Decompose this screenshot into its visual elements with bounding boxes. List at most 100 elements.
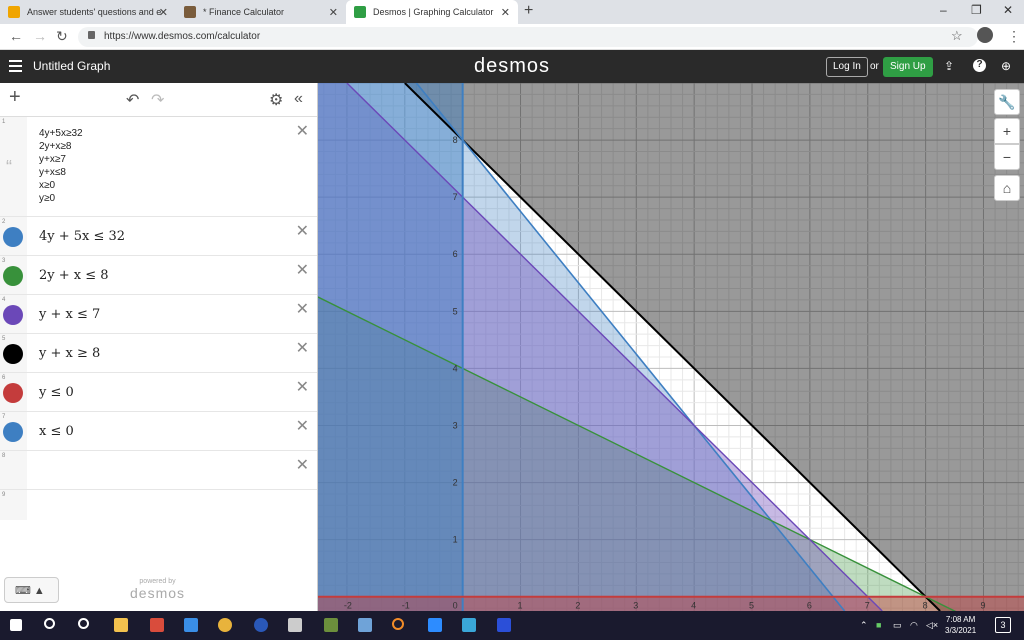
signup-button[interactable]: Sign Up <box>883 57 933 77</box>
tab-desmos[interactable]: Desmos | Graphing Calculator ✕ <box>346 0 518 24</box>
bookmark-star-icon[interactable]: ☆ <box>951 28 963 44</box>
zoom-in-icon[interactable]: + <box>994 118 1020 144</box>
x-tick-label: 0 <box>453 601 458 611</box>
expression-latex[interactable]: 2y + x ≤ 8 <box>39 268 109 283</box>
hamburger-menu-icon[interactable] <box>9 60 22 72</box>
expression-row[interactable]: 5y + x ≥ 8 ✕ <box>0 334 317 373</box>
close-icon[interactable]: ✕ <box>501 6 510 19</box>
app-icon[interactable] <box>462 618 476 632</box>
tab-title: * Finance Calculator <box>203 7 285 17</box>
back-icon[interactable]: ← <box>9 28 23 44</box>
y-tick-label: 1 <box>453 535 458 545</box>
graph-settings-wrench-icon[interactable]: 🔧 <box>994 89 1020 115</box>
empty-expression-row[interactable]: 9 <box>0 490 317 520</box>
desmos-logo: desmos <box>474 55 551 77</box>
delete-expression-icon[interactable]: ✕ <box>296 260 309 280</box>
close-icon[interactable]: ✕ <box>159 6 168 19</box>
task-view-icon[interactable] <box>78 618 89 629</box>
undo-icon[interactable]: ↶ <box>126 90 139 110</box>
expression-color-toggle-icon[interactable] <box>3 383 23 403</box>
zoom-app-icon[interactable] <box>428 618 442 632</box>
help-icon[interactable]: ? <box>973 59 986 72</box>
new-tab-icon[interactable]: + <box>524 2 533 20</box>
close-icon[interactable]: ✕ <box>329 6 338 19</box>
note-text[interactable]: 4y+5x≥32 2y+x≥8 y+x≥7 y+x≤8 x≥0 y≥0 <box>39 127 83 205</box>
add-expression-icon[interactable]: + <box>9 86 21 109</box>
tray-app-icon[interactable]: ■ <box>876 620 881 630</box>
system-clock[interactable]: 7:08 AM 3/3/2021 <box>945 614 976 636</box>
delete-expression-icon[interactable]: ✕ <box>296 121 309 141</box>
tray-chevron-icon[interactable]: ⌃ <box>860 620 868 631</box>
delete-expression-icon[interactable]: ✕ <box>296 299 309 319</box>
app-icon[interactable] <box>358 618 372 632</box>
app-icon[interactable] <box>288 618 302 632</box>
expression-color-toggle-icon[interactable] <box>3 305 23 325</box>
expression-color-toggle-icon[interactable] <box>3 344 23 364</box>
graph-title[interactable]: Untitled Graph <box>33 59 110 73</box>
expression-latex[interactable]: y + x ≥ 8 <box>39 346 100 361</box>
browser-menu-icon[interactable]: ⋮ <box>1007 28 1021 45</box>
collapse-panel-icon[interactable]: « <box>294 90 303 108</box>
note-row[interactable]: 1 “ 4y+5x≥32 2y+x≥8 y+x≥7 y+x≤8 x≥0 y≥0 … <box>0 117 317 217</box>
expression-color-toggle-icon[interactable] <box>3 227 23 247</box>
app-icon[interactable] <box>392 618 404 630</box>
delete-expression-icon[interactable]: ✕ <box>296 221 309 241</box>
expression-row[interactable]: 6y ≤ 0 ✕ <box>0 373 317 412</box>
delete-expression-icon[interactable]: ✕ <box>296 455 309 475</box>
delete-expression-icon[interactable]: ✕ <box>296 416 309 436</box>
site-favicon-icon <box>184 6 196 18</box>
zoom-out-icon[interactable]: − <box>994 144 1020 170</box>
keyboard-icon: ⌨ ▲ <box>15 585 45 597</box>
expression-row[interactable]: 3 2y + x ≤ 8 ✕ <box>0 256 317 295</box>
tab-answer-students[interactable]: Answer students' questions and e ✕ <box>0 0 176 24</box>
battery-icon[interactable]: ▭ <box>893 620 902 631</box>
url-field[interactable]: https://www.desmos.com/calculator <box>78 27 978 47</box>
edge-icon[interactable] <box>184 618 198 632</box>
login-button[interactable]: Log In <box>826 57 868 77</box>
notification-center-icon[interactable]: 3 <box>995 617 1011 633</box>
empty-expression-row[interactable]: 8 ✕ <box>0 451 317 490</box>
wifi-icon[interactable]: ◠ <box>910 620 918 631</box>
windows-start-icon[interactable] <box>10 619 22 631</box>
restore-icon[interactable]: ❐ <box>971 3 982 17</box>
app-icon[interactable] <box>254 618 268 632</box>
expression-color-toggle-icon[interactable] <box>3 422 23 442</box>
expression-latex[interactable]: x ≤ 0 <box>39 424 74 439</box>
site-favicon-icon <box>8 6 20 18</box>
desmos-favicon-icon <box>354 6 366 18</box>
default-viewport-home-icon[interactable]: ⌂ <box>994 175 1020 201</box>
expression-latex[interactable]: y ≤ 0 <box>39 385 74 400</box>
share-icon[interactable]: ⇪ <box>944 59 954 73</box>
settings-gear-icon[interactable]: ⚙ <box>269 90 283 110</box>
x-tick-label: 6 <box>807 601 812 611</box>
y-tick-label: 2 <box>453 478 458 488</box>
app-icon[interactable] <box>324 618 338 632</box>
globe-icon[interactable]: ⊕ <box>1001 59 1011 73</box>
profile-avatar-icon[interactable] <box>977 27 993 43</box>
volume-icon[interactable]: ◁× <box>926 620 938 631</box>
graph-canvas[interactable]: -2 -1 0 1 2 3 4 5 6 7 8 9 1 2 3 4 5 6 7 8 <box>318 83 1024 611</box>
expression-color-toggle-icon[interactable] <box>3 266 23 286</box>
x-tick-label: -1 <box>402 601 410 611</box>
keypad-toggle-button[interactable]: ⌨ ▲ <box>4 577 59 603</box>
window-close-icon[interactable]: ✕ <box>1003 3 1013 17</box>
chrome-icon[interactable] <box>218 618 232 632</box>
expression-row[interactable]: 7x ≤ 0 ✕ <box>0 412 317 451</box>
app-icon[interactable] <box>497 618 511 632</box>
reload-icon[interactable]: ↻ <box>56 28 68 45</box>
forward-icon[interactable]: → <box>33 28 47 44</box>
expression-latex[interactable]: y + x ≤ 7 <box>39 307 100 322</box>
delete-expression-icon[interactable]: ✕ <box>296 338 309 358</box>
file-explorer-icon[interactable] <box>114 618 128 632</box>
tab-finance-calculator[interactable]: * Finance Calculator ✕ <box>176 0 346 24</box>
expression-latex[interactable]: 4y + 5x ≤ 32 <box>39 229 125 244</box>
delete-expression-icon[interactable]: ✕ <box>296 377 309 397</box>
graph-plot[interactable]: -2 -1 0 1 2 3 4 5 6 7 8 9 1 2 3 4 5 6 7 8 <box>318 83 1024 611</box>
redo-icon[interactable]: ↷ <box>151 90 164 110</box>
clock-time: 7:08 AM <box>945 615 976 624</box>
minimize-icon[interactable]: – <box>940 3 947 17</box>
search-icon[interactable] <box>44 618 55 629</box>
app-icon[interactable] <box>150 618 164 632</box>
expression-row[interactable]: 2 4y + 5x ≤ 32 ✕ <box>0 217 317 256</box>
expression-row[interactable]: 4y + x ≤ 7 ✕ <box>0 295 317 334</box>
